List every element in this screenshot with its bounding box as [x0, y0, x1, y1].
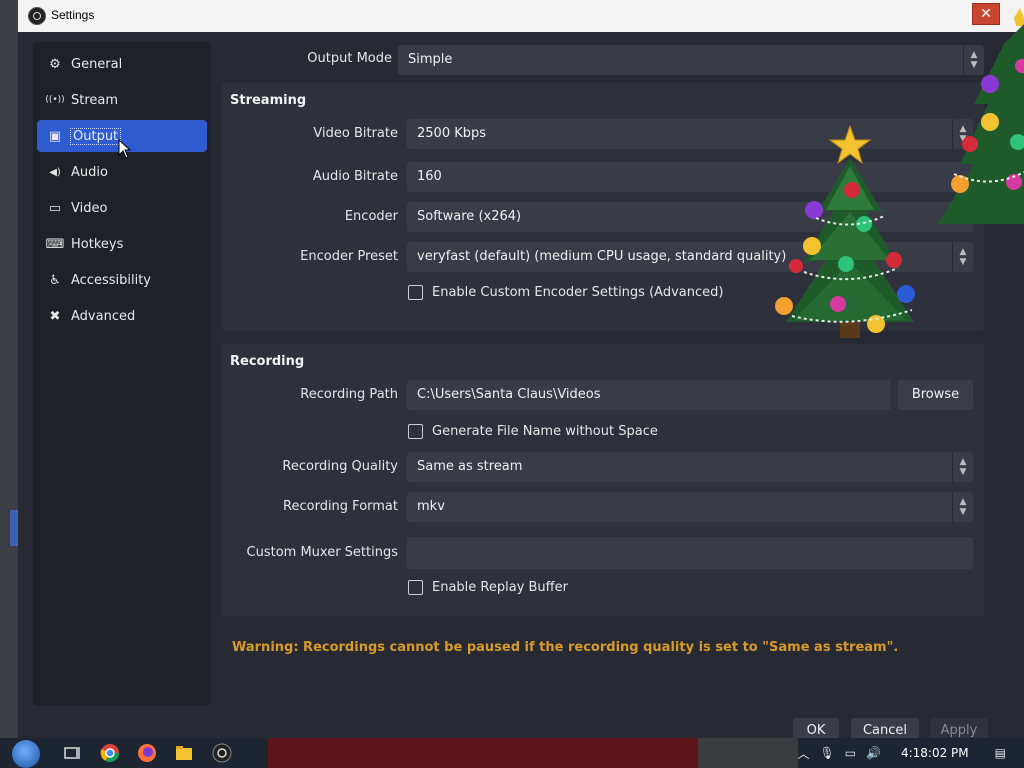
sidebar-item-label: Output [69, 127, 122, 145]
sidebar-item-label: Audio [71, 164, 108, 180]
spinner-arrows-icon: ▲ ▼ [952, 242, 973, 272]
recording-title: Recording [230, 354, 305, 369]
obs-app-icon [28, 7, 46, 25]
warning-message: Warning: Recordings cannot be paused if … [232, 640, 899, 655]
recording-format-select[interactable]: mkv ▲ ▼ [407, 492, 973, 522]
network-icon[interactable]: ▭ [845, 746, 856, 760]
microphone-icon[interactable]: 🎙 [819, 746, 834, 760]
speaker-icon: ◀) [49, 166, 61, 178]
custom-muxer-input[interactable] [407, 537, 973, 569]
spinner-arrows-icon: ▲ ▼ [952, 492, 973, 522]
recording-format-value: mkv [417, 499, 445, 514]
firefox-icon[interactable] [137, 743, 157, 763]
sidebar-item-label: Advanced [71, 308, 136, 324]
video-bitrate-label: Video Bitrate [313, 126, 398, 141]
recording-path-value: C:\Users\Santa Claus\Videos [417, 387, 601, 402]
streaming-title: Streaming [230, 93, 307, 108]
checkbox-box[interactable] [408, 285, 423, 300]
custom-encoder-checkbox[interactable]: Enable Custom Encoder Settings (Advanced… [408, 285, 723, 300]
filename-nospace-checkbox[interactable]: Generate File Name without Space [408, 424, 658, 439]
keyboard-icon: ⌨ [45, 236, 65, 252]
gear-icon: ⚙ [49, 56, 61, 72]
sidebar-item-label: Hotkeys [71, 236, 124, 252]
replay-buffer-label: Enable Replay Buffer [432, 580, 568, 595]
christmas-tree-icon [938, 8, 1024, 224]
chevron-up-icon[interactable]: ︿ [797, 745, 809, 762]
custom-encoder-label: Enable Custom Encoder Settings (Advanced… [432, 285, 724, 300]
obs-taskbar-icon[interactable] [212, 743, 232, 763]
system-tray: ︿ 🎙 ▭ 🔊 4:18:02 PM ▤ [787, 738, 1024, 768]
sidebar-item-audio[interactable]: ◀) Audio [37, 156, 207, 188]
recording-quality-select[interactable]: Same as stream ▲ ▼ [407, 452, 973, 482]
file-explorer-icon[interactable] [174, 743, 194, 763]
background-window-edge [0, 0, 18, 768]
audio-bitrate-value: 160 [417, 169, 442, 184]
audio-bitrate-label: Audio Bitrate [312, 169, 398, 184]
volume-icon[interactable]: 🔊 [866, 746, 881, 760]
filename-nospace-label: Generate File Name without Space [432, 424, 658, 439]
browse-button[interactable]: Browse [898, 380, 973, 410]
mouse-cursor-icon [118, 139, 132, 159]
task-view-icon[interactable] [62, 743, 82, 763]
replay-buffer-checkbox[interactable]: Enable Replay Buffer [408, 580, 568, 595]
clock[interactable]: 4:18:02 PM [901, 746, 969, 760]
christmas-tree-icon [775, 124, 915, 338]
window-title: Settings [51, 8, 95, 22]
sidebar-item-stream[interactable]: ((•)) Stream [37, 84, 207, 116]
output-mode-select[interactable]: Simple ▲ ▼ [398, 45, 984, 75]
antenna-icon: ((•)) [45, 95, 65, 105]
checkbox-box[interactable] [408, 424, 423, 439]
sidebar-item-accessibility[interactable]: ♿ Accessibility [37, 264, 207, 296]
notifications-icon[interactable]: ▤ [995, 746, 1006, 760]
sidebar-item-label: Accessibility [71, 272, 151, 288]
accessibility-icon: ♿ [49, 272, 61, 288]
sidebar-item-general[interactable]: ⚙ General [37, 48, 207, 80]
start-button[interactable] [12, 740, 40, 768]
encoder-value: Software (x264) [417, 209, 522, 224]
encoder-label: Encoder [344, 209, 398, 224]
recording-path-label: Recording Path [300, 387, 398, 402]
output-mode-value: Simple [408, 52, 453, 67]
recording-group: Recording Recording Path C:\Users\Santa … [222, 344, 984, 616]
sidebar-item-hotkeys[interactable]: ⌨ Hotkeys [37, 228, 207, 260]
custom-muxer-label: Custom Muxer Settings [246, 545, 398, 560]
output-mode-label: Output Mode [307, 51, 392, 66]
sidebar-item-video[interactable]: ▭ Video [37, 192, 207, 224]
checkbox-box[interactable] [408, 580, 423, 595]
sidebar-item-label: Video [71, 200, 108, 216]
encoder-preset-value: veryfast (default) (medium CPU usage, st… [417, 249, 787, 264]
recording-format-label: Recording Format [283, 499, 398, 514]
recording-quality-value: Same as stream [417, 459, 523, 474]
spinner-arrows-icon: ▲ ▼ [952, 452, 973, 482]
tools-icon: ✖ [49, 308, 61, 324]
title-bar: Settings ✕ [18, 0, 1024, 32]
sidebar-item-label: General [71, 56, 123, 72]
sidebar-item-label: Stream [71, 92, 119, 108]
output-icon: ▣ [48, 128, 62, 144]
monitor-icon: ▭ [48, 200, 62, 216]
recording-path-input[interactable]: C:\Users\Santa Claus\Videos [407, 380, 891, 410]
chrome-icon[interactable] [100, 743, 120, 763]
video-bitrate-value: 2500 Kbps [417, 126, 487, 141]
settings-window: Settings ✕ ⚙ General ((•)) Stream ▣ Outp… [18, 0, 1024, 745]
recording-quality-label: Recording Quality [282, 459, 398, 474]
sidebar-item-advanced[interactable]: ✖ Advanced [37, 300, 207, 332]
taskbar: ︿ 🎙 ▭ 🔊 4:18:02 PM ▤ [0, 738, 1024, 768]
encoder-preset-label: Encoder Preset [300, 249, 398, 264]
